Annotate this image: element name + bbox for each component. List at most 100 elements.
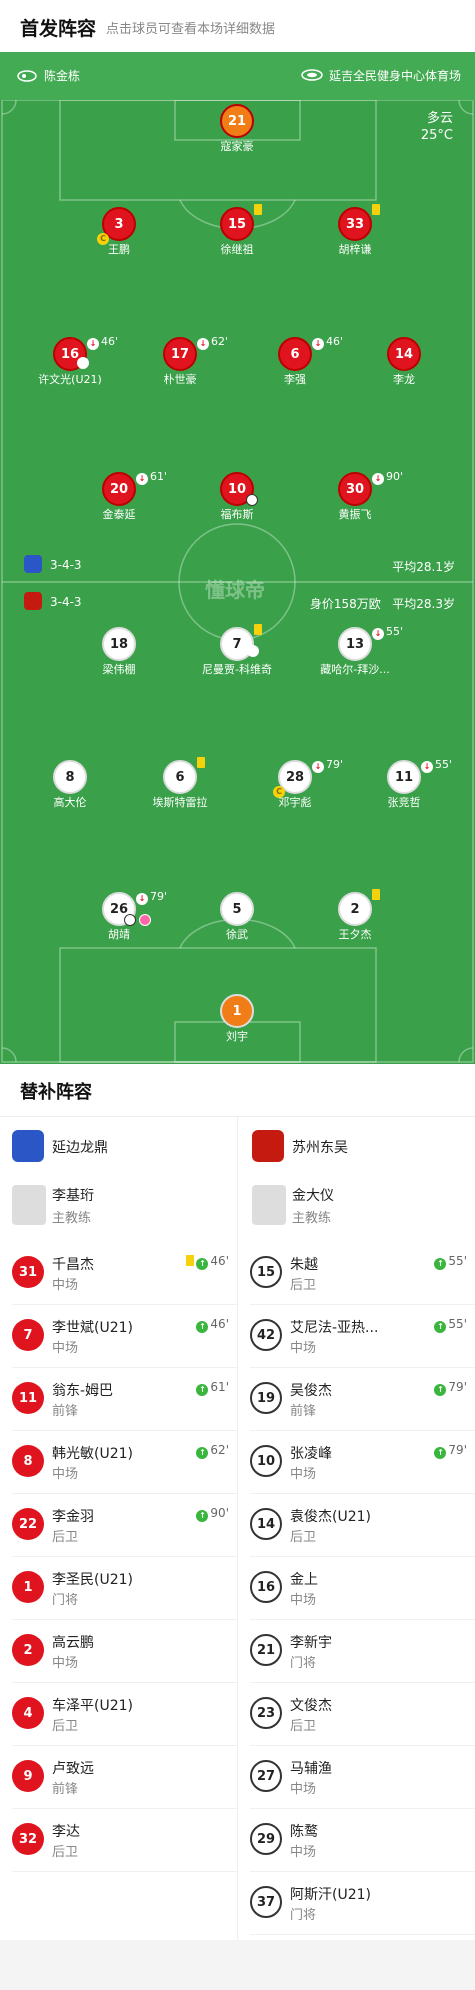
home-player-33[interactable]: 33 胡梓谦 <box>315 204 395 257</box>
away-player-8[interactable]: 8 高大伦 <box>30 760 110 810</box>
home-formation: 3-4-3 <box>50 558 82 572</box>
sub-player-row[interactable]: 42 艾尼法-亚热... 中场 ↑ 55' <box>238 1305 475 1368</box>
player-number: 8 <box>53 760 87 794</box>
sub-player-row[interactable]: 16 金上 中场 <box>238 1557 475 1620</box>
sub-out-icon: ↓ <box>372 473 384 485</box>
player-name: 金泰延 <box>102 508 136 521</box>
player-name: 黄振飞 <box>338 508 372 521</box>
home-player-14[interactable]: 14 李龙 <box>364 337 444 387</box>
home-player-16[interactable]: 16 ↓ 46' 许文光(U21) <box>30 335 118 387</box>
away-team-crest-icon <box>24 592 42 610</box>
away-player-28[interactable]: 28 C ↓ 79' 邓宇彪 <box>255 758 343 810</box>
whistle-icon <box>16 68 38 82</box>
player-position: 中场 <box>290 1782 317 1797</box>
player-number: 18 <box>102 627 136 661</box>
sub-player-row[interactable]: 11 翁东-姆巴 前锋 ↑ 61' <box>0 1368 237 1431</box>
sub-player-row[interactable]: 15 朱越 后卫 ↑ 55' <box>238 1242 475 1305</box>
player-name: 福布斯 <box>220 508 254 521</box>
sub-in-time: ↑ 55' <box>434 1317 467 1333</box>
footer-bar <box>0 1940 475 1990</box>
coach-role: 主教练 <box>292 1211 332 1226</box>
home-player-10[interactable]: 10 福布斯 <box>197 472 277 522</box>
player-name: 梁伟棚 <box>102 663 136 676</box>
away-player-2[interactable]: 2 王夕杰 <box>315 889 395 942</box>
sub-player-row[interactable]: 29 陈鹜 中场 <box>238 1809 475 1872</box>
venue: 延吉全民健身中心体育场 <box>301 67 461 84</box>
player-number: 14 <box>387 337 421 371</box>
away-player-6[interactable]: 6 埃斯特雷拉 <box>140 757 220 810</box>
sub-player-row[interactable]: 19 吴俊杰 前锋 ↑ 79' <box>238 1368 475 1431</box>
player-name: 翁东-姆巴 <box>52 1383 114 1399</box>
away-player-26[interactable]: 26 ↓ 79' 胡靖 <box>79 890 167 942</box>
home-player-3[interactable]: 3 C 王鹏 <box>79 207 159 257</box>
sub-in-icon: ↑ <box>196 1258 209 1270</box>
sub-player-row[interactable]: 31 千昌杰 中场 ↑ 46' <box>0 1242 237 1305</box>
yellow-card-icon <box>254 204 262 215</box>
home-player-6[interactable]: 6 ↓ 46' 李强 <box>255 335 343 387</box>
away-player-7[interactable]: 7 尼曼贾-科维奇 <box>197 624 277 677</box>
player-name: 车泽平(U21) <box>52 1698 133 1714</box>
player-name: 李新宇 <box>290 1635 332 1651</box>
home-team[interactable]: 延边龙鼎 <box>12 1124 232 1168</box>
sub-player-row[interactable]: 4 车泽平(U21) 后卫 <box>0 1683 237 1746</box>
sub-out-icon: ↓ <box>136 473 148 485</box>
lineup-subtitle: 点击球员可查看本场详细数据 <box>106 22 276 37</box>
away-player-13[interactable]: 13 ↓ 55' 藏哈尔-拜沙... <box>315 625 403 677</box>
away-player-18[interactable]: 18 梁伟棚 <box>79 627 159 677</box>
sub-player-row[interactable]: 22 李金羽 后卫 ↑ 90' <box>0 1494 237 1557</box>
away-player-11[interactable]: 11 ↓ 55' 张竞哲 <box>364 758 452 810</box>
player-name: 许文光(U21) <box>38 373 102 386</box>
venue-name: 延吉全民健身中心体育场 <box>328 69 461 83</box>
home-player-15[interactable]: 15 徐继祖 <box>197 204 277 257</box>
player-number: 27 <box>250 1760 282 1792</box>
home-player-21[interactable]: 21 寇家豪 <box>197 104 277 154</box>
sub-out-icon: ↓ <box>312 761 324 773</box>
sub-player-row[interactable]: 14 袁俊杰(U21) 后卫 <box>238 1494 475 1557</box>
away-coach[interactable]: 金大仪 主教练 <box>252 1179 472 1231</box>
sub-player-row[interactable]: 10 张凌峰 中场 ↑ 79' <box>238 1431 475 1494</box>
home-team-name: 延边龙鼎 <box>52 1140 108 1156</box>
sub-player-row[interactable]: 2 高云鹏 中场 <box>0 1620 237 1683</box>
player-number: 21 <box>220 104 254 138</box>
goal-ball-icon <box>124 914 136 926</box>
coach-role: 主教练 <box>52 1211 92 1226</box>
player-number: 23 <box>250 1697 282 1729</box>
sub-player-row[interactable]: 27 马辅渔 中场 <box>238 1746 475 1809</box>
yellow-card-icon <box>372 204 380 215</box>
sub-player-row[interactable]: 8 韩光敏(U21) 中场 ↑ 62' <box>0 1431 237 1494</box>
sub-in-time: ↑ 46' <box>186 1254 229 1270</box>
player-number: 31 <box>12 1256 44 1288</box>
player-number: 22 <box>12 1508 44 1540</box>
match-info-bar: 陈金栋 延吉全民健身中心体育场 <box>0 52 475 100</box>
sub-out-time: ↓ 90' <box>372 470 403 485</box>
player-name: 李达 <box>52 1824 80 1840</box>
away-player-5[interactable]: 5 徐武 <box>197 892 277 942</box>
sub-in-time: ↑ 62' <box>196 1443 229 1459</box>
sub-player-row[interactable]: 9 卢致远 前锋 <box>0 1746 237 1809</box>
player-position: 中场 <box>290 1845 317 1860</box>
player-name: 吴俊杰 <box>290 1383 332 1399</box>
home-coach[interactable]: 李基珩 主教练 <box>12 1179 232 1231</box>
yellow-card-icon <box>254 624 262 635</box>
sub-player-row[interactable]: 23 文俊杰 后卫 <box>238 1683 475 1746</box>
home-team-crest-icon <box>24 555 42 573</box>
player-name: 千昌杰 <box>52 1257 94 1273</box>
home-player-20[interactable]: 20 ↓ 61' 金泰延 <box>79 470 167 522</box>
player-number: 10 <box>250 1445 282 1477</box>
sub-player-row[interactable]: 7 李世斌(U21) 中场 ↑ 46' <box>0 1305 237 1368</box>
home-player-17[interactable]: 17 ↓ 62' 朴世豪 <box>140 335 228 387</box>
away-player-1[interactable]: 1 刘宇 <box>197 994 277 1044</box>
player-number: 20 <box>102 472 136 506</box>
sub-in-icon: ↑ <box>434 1258 447 1270</box>
sub-player-row[interactable]: 32 李达 后卫 <box>0 1809 237 1872</box>
player-number: 8 <box>12 1445 44 1477</box>
player-position: 门将 <box>290 1908 317 1923</box>
player-number: 6 <box>163 760 197 794</box>
sub-player-row[interactable]: 1 李圣民(U21) 门将 <box>0 1557 237 1620</box>
away-team[interactable]: 苏州东吴 <box>252 1124 472 1168</box>
sub-player-row[interactable]: 37 阿斯汗(U21) 门将 <box>238 1872 475 1935</box>
player-name: 文俊杰 <box>290 1698 332 1714</box>
home-player-30[interactable]: 30 ↓ 90' 黄振飞 <box>315 470 403 522</box>
sub-player-row[interactable]: 21 李新宇 门将 <box>238 1620 475 1683</box>
player-name: 胡靖 <box>108 928 130 941</box>
